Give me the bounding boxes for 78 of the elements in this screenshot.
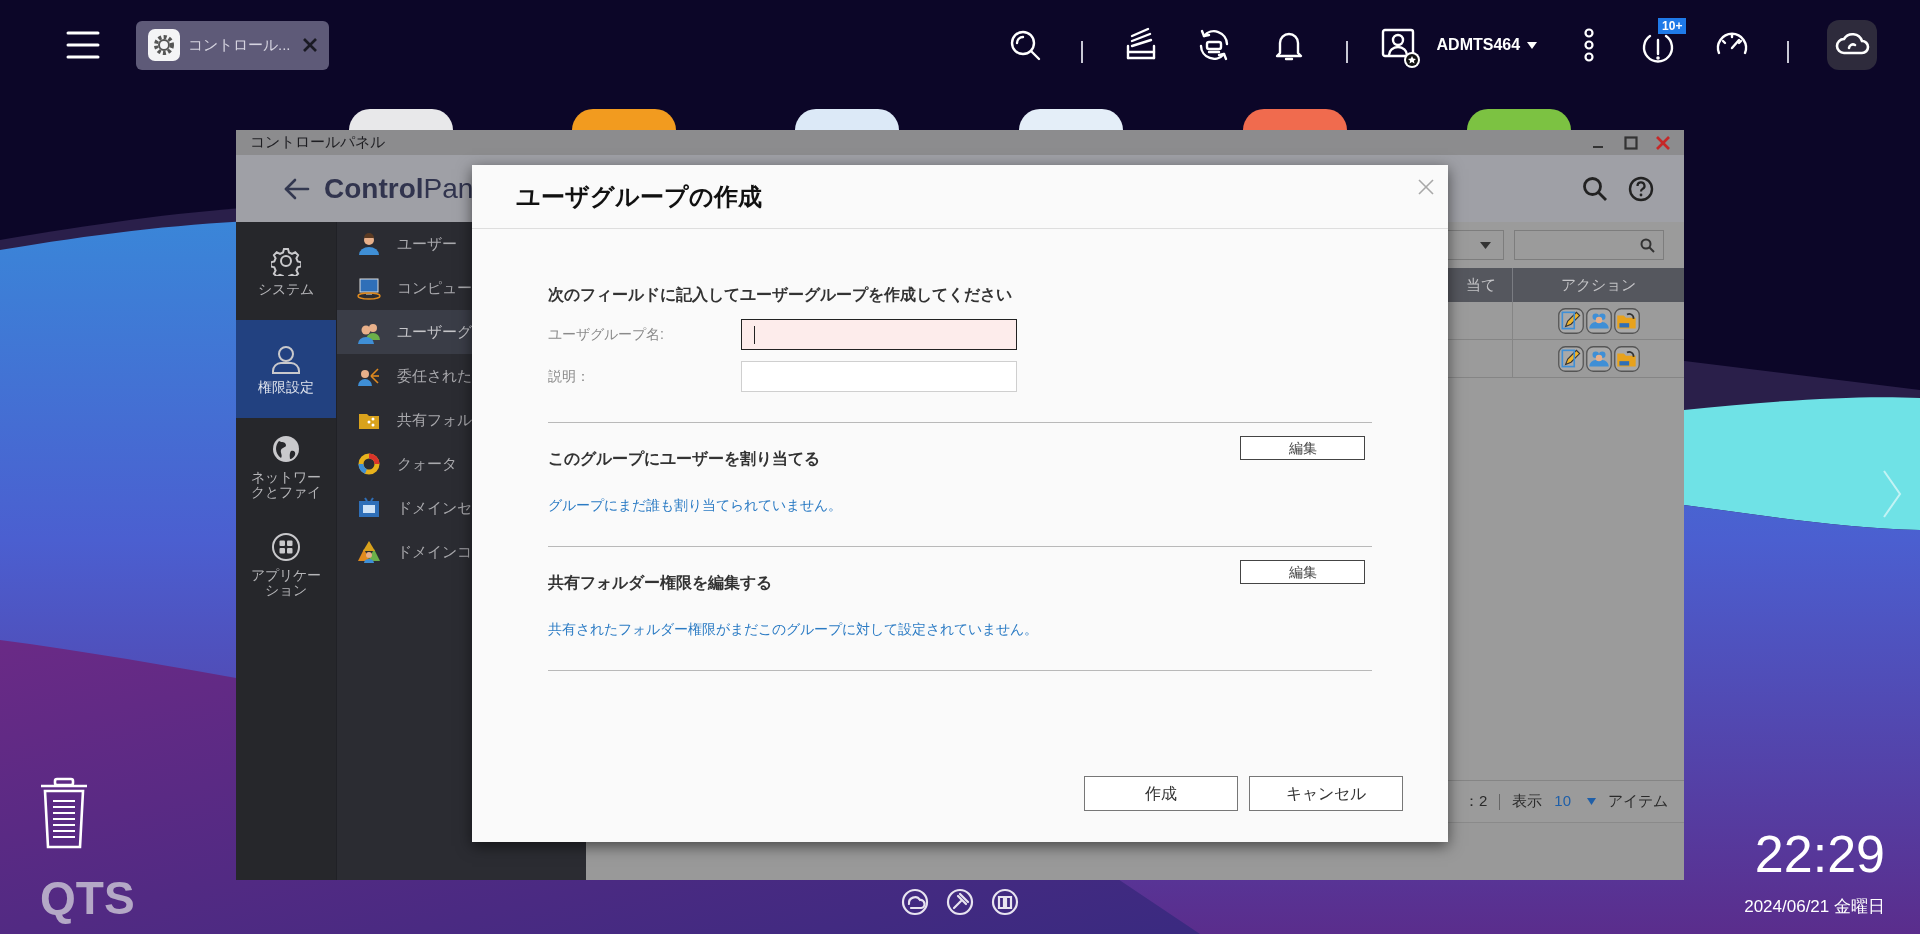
category-label: 権限設定 [257,379,315,395]
category-item[interactable]: アプリケーション [236,516,336,614]
person-icon [357,232,381,256]
search-field[interactable] [1514,230,1664,260]
text-cursor [754,325,755,344]
person-icon [271,343,301,374]
category-label: システム [257,281,315,297]
category-item[interactable]: システム [236,222,336,320]
user-icon[interactable] [1379,27,1422,69]
folder-icon[interactable] [1613,345,1640,372]
app-icon[interactable] [1243,109,1347,130]
menu-label: 委任された [397,365,472,386]
cloud-icon[interactable] [900,887,930,917]
app-icon[interactable] [349,109,453,130]
app-icon[interactable] [795,109,899,130]
page-size-unit: アイテム [1608,791,1668,812]
category-item[interactable]: 権限設定 [236,320,336,418]
menu-label: クォータ [397,453,457,474]
gear-icon [271,245,301,276]
app-icon[interactable] [572,109,676,130]
more-icon[interactable] [1583,28,1596,62]
window-heading: ControlPan [324,171,474,206]
menu-label: 共有フォル [397,409,472,430]
column-header[interactable]: アクション [1512,268,1684,302]
dialog-button[interactable]: 作成 [1084,776,1238,811]
pencil-icon[interactable] [1557,345,1584,372]
maximize-icon[interactable] [1624,135,1638,150]
folder-icon[interactable] [1613,307,1640,334]
form-heading: 次のフィールドに記入してユーザーグループを作成してください [548,285,1013,305]
tab-label: コントロール... [188,34,291,55]
app-icon[interactable] [1467,109,1571,130]
window-title: コントロールパネル [250,132,385,153]
caret-icon[interactable] [1527,41,1538,49]
caret-icon [1587,798,1596,805]
section-heading: このグループにユーザーを割り当てる [548,449,820,469]
category-label: アプリケーション [250,568,322,598]
menu-label: ユーザーグ [397,321,472,342]
clock: 22:29 [1754,826,1885,882]
app-tab[interactable]: コントロール... [136,20,329,70]
menu-label: ドメインセ [397,497,472,518]
help-icon[interactable] [1628,175,1654,202]
group-icon[interactable] [1585,345,1612,372]
category-label: ネットワークとファイ [250,470,322,500]
computer-icon [357,276,381,300]
edit-button[interactable]: 編集 [1240,560,1365,584]
menu-icon[interactable] [66,30,100,60]
dialog-title: ユーザグループの作成 [516,181,762,212]
category-item[interactable]: ネットワークとファイ [236,418,336,516]
trash-icon[interactable] [39,777,89,851]
section-heading: 共有フォルダー権限を編集する [548,573,772,593]
user-name[interactable]: ADMTS464 [1436,33,1521,57]
app-icon[interactable] [1019,109,1123,130]
input-field[interactable] [741,319,1017,350]
gear-icon [148,29,180,61]
caret-icon [1480,241,1491,249]
menu-label: コンピュー [397,277,472,298]
pencil-icon[interactable] [1557,307,1584,334]
page-size-label: 表示 [1512,791,1543,812]
back-arrow-icon[interactable] [284,177,310,200]
field-label: 説明： [548,367,591,386]
item-count: ：2 [1463,791,1488,812]
notification-badge: 10+ [1658,18,1687,34]
close-icon[interactable] [302,38,317,52]
search-icon[interactable] [1582,175,1608,202]
status-message: グループにまだ誰も割り当てられていません。 [548,496,843,515]
edit-button[interactable]: 編集 [1240,436,1365,460]
cloud-icon[interactable] [1827,20,1878,70]
menu-label: ユーザー [397,233,457,254]
domain-icon [357,540,381,564]
globe-icon [271,434,301,464]
menu-label: ドメインコ [397,541,472,562]
search-icon [1640,237,1655,253]
apps-icon [271,532,301,562]
date: 2024/06/21 金曜日 [1744,896,1885,918]
group-icon[interactable] [1585,307,1612,334]
donut-icon [357,452,381,476]
status-message: 共有されたフォルダー権限がまだこのグループに対して設定されていません。 [548,620,1039,639]
dialog-button[interactable]: キャンセル [1249,776,1403,811]
